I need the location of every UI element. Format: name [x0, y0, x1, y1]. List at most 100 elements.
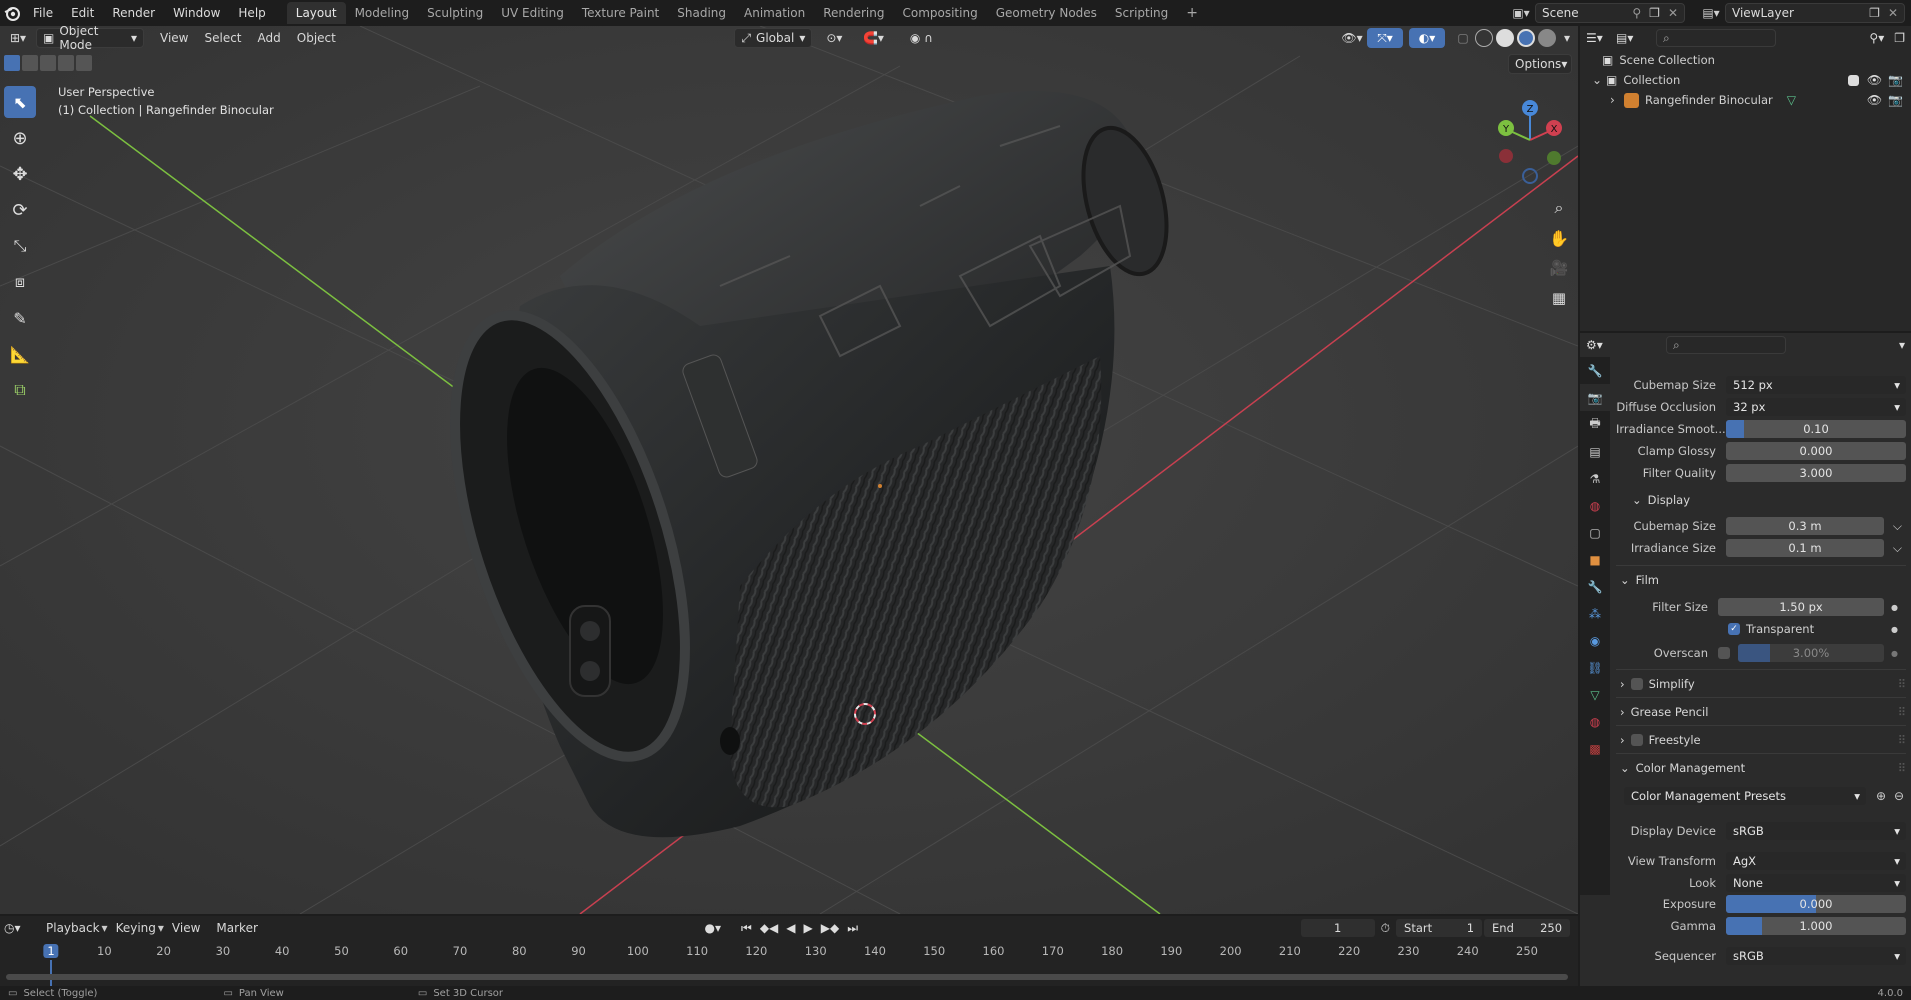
- select-subtract-icon[interactable]: [40, 55, 56, 71]
- eye-icon[interactable]: 👁: [1867, 93, 1882, 107]
- filter-size-field[interactable]: 1.50 px: [1718, 598, 1884, 616]
- timeline-scrollbar[interactable]: [6, 974, 1568, 980]
- tab-texture-paint[interactable]: Texture Paint: [573, 2, 668, 24]
- tab-shading[interactable]: Shading: [668, 2, 735, 24]
- display-subpanel-header[interactable]: ⌄ Display: [1616, 489, 1906, 511]
- xray-icon[interactable]: ▢: [1451, 31, 1475, 45]
- overlay-toggle-icon[interactable]: ◐▾: [1409, 28, 1445, 48]
- tab-rendering[interactable]: Rendering: [814, 2, 893, 24]
- display-mode-icon[interactable]: ▤▾: [1616, 31, 1646, 45]
- annotate-tool[interactable]: ✎: [4, 302, 36, 334]
- display-cubemap-size-field[interactable]: 0.3 m: [1726, 517, 1884, 535]
- menu-object[interactable]: Object: [289, 31, 344, 45]
- material-tab-icon[interactable]: ◍: [1580, 708, 1610, 735]
- scene-tab-icon[interactable]: ⚗: [1580, 465, 1610, 492]
- chevron-down-icon[interactable]: ▾: [1899, 338, 1905, 352]
- stopwatch-icon[interactable]: ⏱: [1381, 921, 1390, 936]
- keyframe-dot-icon[interactable]: ●: [1891, 649, 1898, 658]
- 3d-viewport[interactable]: ⊞▾ ▣ Object Mode ▾ View Select Add Objec…: [0, 26, 1578, 914]
- next-keyframe-icon[interactable]: ▶◆: [821, 921, 839, 935]
- tab-modeling[interactable]: Modeling: [346, 2, 419, 24]
- menu-view[interactable]: View: [164, 921, 208, 935]
- tab-compositing[interactable]: Compositing: [893, 2, 986, 24]
- constraints-tab-icon[interactable]: ⛓: [1580, 654, 1610, 681]
- add-workspace-icon[interactable]: +: [1177, 1, 1207, 25]
- irradiance-smoothing-slider[interactable]: 0.10: [1726, 420, 1906, 438]
- proportional-edit-icon[interactable]: ◉ ∩: [896, 31, 946, 45]
- filter-icon[interactable]: ⚲▾: [1869, 31, 1884, 45]
- start-frame-field[interactable]: Start 1: [1396, 919, 1483, 937]
- scene-selector-icon[interactable]: ▣▾: [1507, 6, 1535, 20]
- camera-render-icon[interactable]: 📷: [1888, 73, 1903, 87]
- expand-arrow-icon[interactable]: ⌄: [1592, 73, 1606, 87]
- options-button[interactable]: Options ▾: [1508, 54, 1572, 74]
- particles-tab-icon[interactable]: ⁂: [1580, 600, 1610, 627]
- view-layer-icon[interactable]: ▤▾: [1697, 6, 1725, 20]
- ortho-grid-icon[interactable]: ▦: [1545, 284, 1573, 312]
- rotate-tool[interactable]: ⟳: [4, 194, 36, 226]
- menu-render[interactable]: Render: [103, 6, 164, 20]
- solid-shading-icon[interactable]: [1496, 29, 1514, 47]
- simplify-checkbox[interactable]: [1630, 678, 1643, 690]
- clock-icon[interactable]: ◷▾: [4, 921, 34, 935]
- mode-selector[interactable]: ▣ Object Mode ▾: [36, 26, 144, 52]
- new-scene-icon[interactable]: ❐: [1649, 6, 1660, 20]
- play-reverse-icon[interactable]: ◀: [786, 921, 795, 935]
- menu-file[interactable]: File: [24, 6, 62, 20]
- menu-add[interactable]: Add: [250, 31, 289, 45]
- drag-handle-icon[interactable]: ⠿: [1898, 761, 1906, 775]
- new-collection-icon[interactable]: ❐: [1894, 31, 1905, 45]
- pivot-point-icon[interactable]: ⊙▾: [818, 31, 850, 45]
- menu-view[interactable]: View: [152, 31, 196, 45]
- drag-handle-icon[interactable]: ⠿: [1898, 705, 1906, 719]
- remove-preset-icon[interactable]: ⊖: [1894, 789, 1904, 803]
- checkbox-icon[interactable]: [1847, 74, 1859, 86]
- menu-help[interactable]: Help: [229, 6, 274, 20]
- tool-tab-icon[interactable]: 🔧: [1580, 357, 1610, 384]
- tab-sculpting[interactable]: Sculpting: [418, 2, 492, 24]
- transparent-checkbox[interactable]: ✓: [1728, 623, 1740, 635]
- physics-tab-icon[interactable]: ◉: [1580, 627, 1610, 654]
- visibility-icon[interactable]: 👁▾: [1337, 31, 1367, 45]
- timeline-ruler[interactable]: 1 10 20 30 40 50 60 70 80 90 100 110 120 130 140 150 160…: [0, 940, 1578, 986]
- data-tab-icon[interactable]: ▽: [1580, 681, 1610, 708]
- tab-uv-editing[interactable]: UV Editing: [492, 2, 573, 24]
- overscan-field[interactable]: 3.00%: [1738, 644, 1884, 662]
- grease-pencil-panel-header[interactable]: › Grease Pencil ⠿: [1616, 701, 1906, 723]
- freestyle-panel-header[interactable]: › Freestyle ⠿: [1616, 729, 1906, 751]
- add-preset-icon[interactable]: ⊕: [1876, 789, 1886, 803]
- current-frame-field[interactable]: 1: [1300, 919, 1375, 937]
- drag-handle-icon[interactable]: ⠿: [1898, 733, 1906, 747]
- clamp-glossy-field[interactable]: 0.000: [1726, 442, 1906, 460]
- look-dropdown[interactable]: None ▾: [1726, 874, 1906, 892]
- freestyle-checkbox[interactable]: [1630, 734, 1643, 746]
- keyframe-dot-icon[interactable]: ●: [1891, 625, 1898, 634]
- view-layer-tab-icon[interactable]: ▤: [1580, 438, 1610, 465]
- move-tool[interactable]: ✥: [4, 158, 36, 190]
- display-device-dropdown[interactable]: sRGB ▾: [1726, 822, 1906, 840]
- color-presets-dropdown[interactable]: Color Management Presets ▾: [1624, 787, 1866, 805]
- exposure-slider[interactable]: 0.000: [1726, 895, 1906, 913]
- pan-hand-icon[interactable]: ✋: [1545, 224, 1573, 252]
- editor-type-icon[interactable]: ☰▾: [1586, 31, 1616, 45]
- shading-options-icon[interactable]: ▾: [1556, 31, 1578, 45]
- menu-window[interactable]: Window: [164, 6, 229, 20]
- render-tab-icon[interactable]: 📷: [1580, 384, 1610, 411]
- scene-field[interactable]: Scene ⚲ ❐ ✕: [1535, 3, 1685, 23]
- gamma-slider[interactable]: 1.000: [1726, 917, 1906, 935]
- menu-keying[interactable]: Keying: [108, 921, 164, 935]
- transform-tool[interactable]: ⧈: [4, 266, 36, 298]
- color-management-panel-header[interactable]: ⌄ Color Management ⠿: [1616, 757, 1906, 779]
- menu-marker[interactable]: Marker: [208, 921, 265, 935]
- rendered-shading-icon[interactable]: [1538, 29, 1556, 47]
- play-icon[interactable]: ▶: [804, 921, 813, 935]
- cursor-tool[interactable]: ⊕: [4, 122, 36, 154]
- end-frame-field[interactable]: End 250: [1484, 919, 1571, 937]
- tab-animation[interactable]: Animation: [735, 2, 814, 24]
- sequencer-dropdown[interactable]: sRGB ▾: [1726, 947, 1906, 965]
- new-view-layer-icon[interactable]: ❐: [1869, 6, 1880, 20]
- diffuse-occlusion-dropdown[interactable]: 32 px ▾: [1726, 398, 1906, 416]
- gizmo-toggle-icon[interactable]: ⤧▾: [1367, 28, 1403, 48]
- wireframe-shading-icon[interactable]: [1475, 29, 1493, 47]
- world-tab-icon[interactable]: ◍: [1580, 492, 1610, 519]
